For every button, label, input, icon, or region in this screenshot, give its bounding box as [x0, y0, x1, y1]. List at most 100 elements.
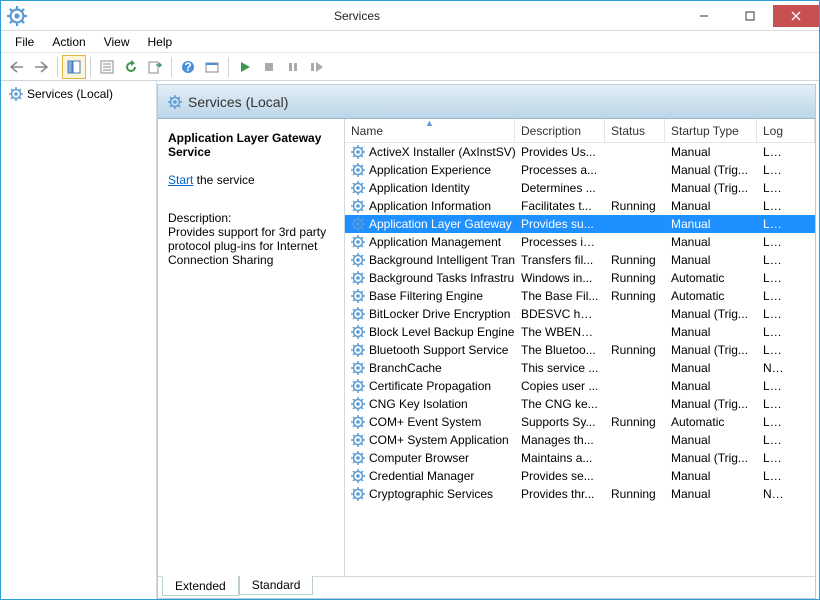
service-row[interactable]: Block Level Backup Engine ...The WBENG..… — [345, 323, 815, 341]
column-header-description[interactable]: Description — [515, 119, 605, 142]
service-startup: Manual — [665, 361, 757, 375]
svg-text:?: ? — [184, 60, 191, 74]
service-logon: Loc — [757, 469, 787, 483]
service-name: COM+ System Application — [369, 433, 509, 447]
menu-view[interactable]: View — [96, 33, 138, 51]
service-name: Credential Manager — [369, 469, 474, 483]
gear-icon — [351, 433, 365, 447]
properties-button[interactable] — [95, 55, 119, 79]
stop-service-button[interactable] — [257, 55, 281, 79]
service-logon: Loc — [757, 343, 787, 357]
minimize-button[interactable] — [681, 5, 727, 27]
service-startup: Manual — [665, 433, 757, 447]
service-status: Running — [605, 253, 665, 267]
description-text: Provides support for 3rd party protocol … — [168, 225, 334, 267]
service-startup: Manual — [665, 469, 757, 483]
column-header-logon[interactable]: Log — [757, 119, 815, 142]
service-name: Application Layer Gateway ... — [369, 217, 515, 231]
service-description: The Base Fil... — [515, 289, 605, 303]
show-hide-tree-button[interactable] — [62, 55, 86, 79]
service-row[interactable]: Computer BrowserMaintains a...Manual (Tr… — [345, 449, 815, 467]
service-row[interactable]: Application InformationFacilitates t...R… — [345, 197, 815, 215]
close-button[interactable] — [773, 5, 819, 27]
column-header-status[interactable]: Status — [605, 119, 665, 142]
gear-icon — [351, 307, 365, 321]
service-description: Provides thr... — [515, 487, 605, 501]
service-description: Provides se... — [515, 469, 605, 483]
gear-icon — [351, 145, 365, 159]
service-name: Block Level Backup Engine ... — [369, 325, 515, 339]
back-button[interactable] — [5, 55, 29, 79]
service-status: Running — [605, 487, 665, 501]
menu-file[interactable]: File — [7, 33, 42, 51]
service-description: Maintains a... — [515, 451, 605, 465]
service-name: Computer Browser — [369, 451, 469, 465]
service-logon: Loc — [757, 325, 787, 339]
gear-icon — [351, 217, 365, 231]
tab-standard[interactable]: Standard — [239, 576, 314, 595]
service-startup: Manual — [665, 325, 757, 339]
start-service-link[interactable]: Start — [168, 173, 193, 187]
service-row[interactable]: Background Tasks Infrastru...Windows in.… — [345, 269, 815, 287]
service-logon: Net — [757, 361, 787, 375]
service-row[interactable]: Credential Manager Provides se... ManualLo… — [345, 467, 815, 485]
service-logon: Loc — [757, 145, 787, 159]
service-name: Application Experience — [369, 163, 491, 177]
service-row[interactable]: BranchCacheThis service ...ManualNet — [345, 359, 815, 377]
tab-extended[interactable]: Extended — [162, 576, 239, 596]
start-service-button[interactable] — [233, 55, 257, 79]
service-status: Running — [605, 415, 665, 429]
column-header-startup[interactable]: Startup Type — [665, 119, 757, 142]
refresh-button[interactable] — [119, 55, 143, 79]
service-row[interactable]: Certificate PropagationCopies user ...Ma… — [345, 377, 815, 395]
service-row[interactable]: CNG Key IsolationThe CNG ke...Manual (Tr… — [345, 395, 815, 413]
service-logon: Loc — [757, 235, 787, 249]
service-startup: Manual — [665, 487, 757, 501]
help-button[interactable]: ? — [176, 55, 200, 79]
gear-icon — [351, 397, 365, 411]
gear-icon — [9, 87, 23, 101]
service-row[interactable]: Application Layer Gateway ...Provides su… — [345, 215, 815, 233]
menu-help[interactable]: Help — [140, 33, 181, 51]
menu-action[interactable]: Action — [44, 33, 93, 51]
maximize-button[interactable] — [727, 5, 773, 27]
service-row[interactable]: ActiveX Installer (AxInstSV)Provides Us.… — [345, 143, 815, 161]
service-name: Cryptographic Services — [369, 487, 493, 501]
service-row[interactable]: Application ExperienceProcesses a...Manu… — [345, 161, 815, 179]
service-row[interactable]: COM+ Event SystemSupports Sy...RunningAu… — [345, 413, 815, 431]
service-description: Copies user ... — [515, 379, 605, 393]
service-description: Processes a... — [515, 163, 605, 177]
service-name: Certificate Propagation — [369, 379, 491, 393]
pause-service-button[interactable] — [281, 55, 305, 79]
service-logon: Loc — [757, 199, 787, 213]
service-description: Determines ... — [515, 181, 605, 195]
service-startup: Manual — [665, 253, 757, 267]
sidebar-item-services-local[interactable]: Services (Local) — [1, 85, 156, 103]
service-startup: Manual (Trig... — [665, 343, 757, 357]
service-row[interactable]: Background Intelligent Tran...Transfers … — [345, 251, 815, 269]
service-row[interactable]: Application IdentityDetermines ...Manual… — [345, 179, 815, 197]
service-name: ActiveX Installer (AxInstSV) — [369, 145, 515, 159]
service-row[interactable]: Bluetooth Support ServiceThe Bluetoo...R… — [345, 341, 815, 359]
service-row[interactable]: Application ManagementProcesses in...Man… — [345, 233, 815, 251]
service-description: The Bluetoo... — [515, 343, 605, 357]
service-status: Running — [605, 343, 665, 357]
service-row[interactable]: Base Filtering EngineThe Base Fil...Runn… — [345, 287, 815, 305]
service-row[interactable]: Cryptographic Services Provides thr...Run… — [345, 485, 815, 503]
service-name: Application Identity — [369, 181, 470, 195]
gear-icon — [351, 181, 365, 195]
forward-button[interactable] — [29, 55, 53, 79]
restart-service-button[interactable] — [305, 55, 329, 79]
service-row[interactable]: COM+ System ApplicationManages th...Manu… — [345, 431, 815, 449]
service-description: BDESVC hos... — [515, 307, 605, 321]
app-icon — [7, 6, 27, 26]
toolbar-extra-button[interactable] — [200, 55, 224, 79]
service-startup: Manual (Trig... — [665, 397, 757, 411]
export-button[interactable] — [143, 55, 167, 79]
column-header-name[interactable]: Name▲ — [345, 119, 515, 142]
gear-icon — [351, 469, 365, 483]
service-row[interactable]: BitLocker Drive Encryption ...BDESVC hos… — [345, 305, 815, 323]
service-name: BranchCache — [369, 361, 442, 375]
gear-icon — [351, 289, 365, 303]
service-description: Facilitates t... — [515, 199, 605, 213]
